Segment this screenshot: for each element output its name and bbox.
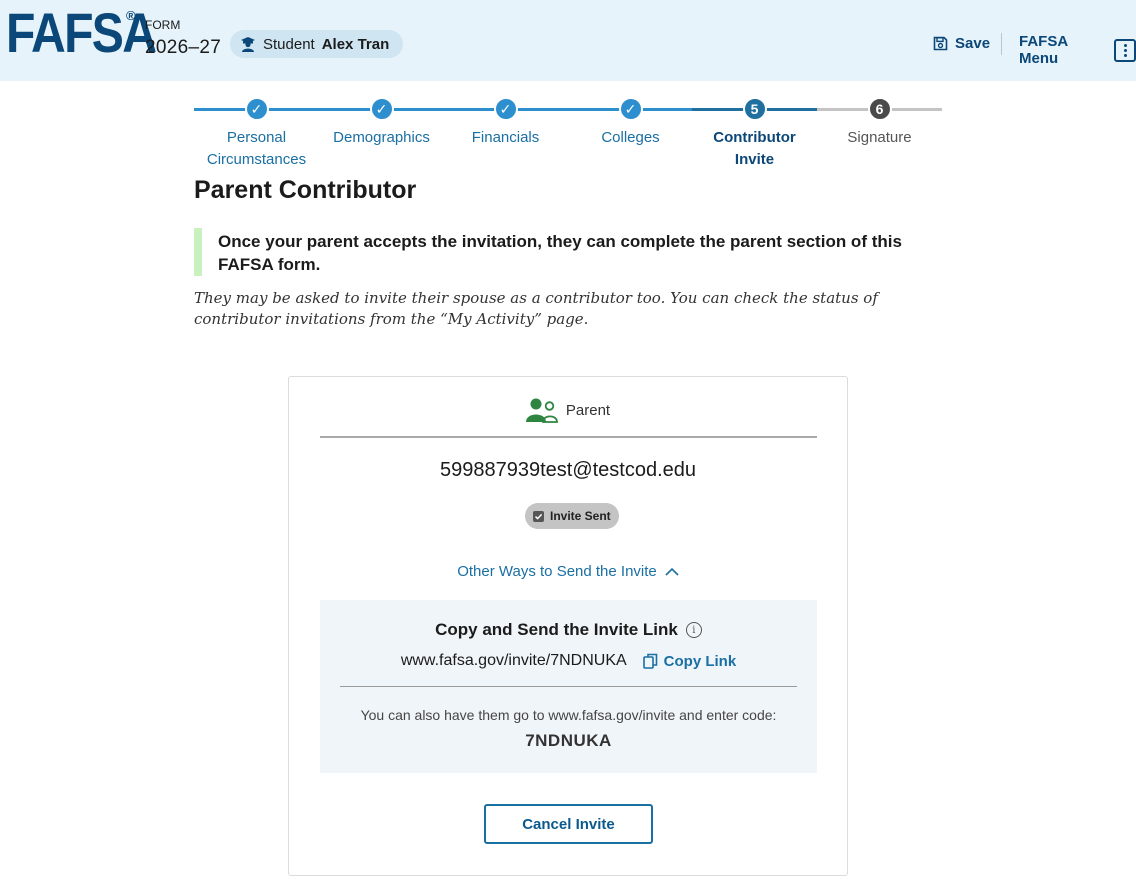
check-icon: ✓ <box>369 97 394 121</box>
page-title: Parent Contributor <box>194 176 417 204</box>
student-badge: Student Alex Tran <box>230 30 404 58</box>
step-contributor-invite[interactable]: 5 Contributor Invite <box>692 96 817 171</box>
step-label: Demographics <box>333 129 430 146</box>
step-label: Signature <box>847 129 912 146</box>
check-square-icon <box>533 510 544 522</box>
chevron-up-icon <box>665 567 679 576</box>
student-prefix: Student <box>263 35 315 53</box>
fafsa-menu-button[interactable]: FAFSA Menu <box>1019 33 1136 67</box>
divider <box>340 686 797 687</box>
step-number: 6 <box>867 97 892 121</box>
save-label: Save <box>955 35 991 52</box>
info-callout: Once your parent accepts the invitation,… <box>194 228 934 276</box>
step-colleges[interactable]: ✓ Colleges <box>568 96 693 149</box>
step-number: 5 <box>742 97 767 121</box>
check-icon: ✓ <box>618 97 643 121</box>
form-label: FORM <box>145 18 181 32</box>
card-header: Parent <box>289 397 847 423</box>
step-demographics[interactable]: ✓ Demographics <box>319 96 444 149</box>
step-financials[interactable]: ✓ Financials <box>443 96 568 149</box>
invite-link-heading: Copy and Send the Invite Link i <box>320 620 817 640</box>
site-header: FAFSA ® FORM 2026–27 Student Alex Tran S… <box>0 0 1136 81</box>
progress-stepper: ✓ Personal Circumstances ✓ Demographics … <box>194 96 942 176</box>
other-ways-toggle[interactable]: Other Ways to Send the Invite <box>289 563 847 580</box>
student-graduate-icon <box>241 37 255 52</box>
info-icon[interactable]: i <box>685 622 702 638</box>
check-icon: ✓ <box>244 97 269 121</box>
invite-url: www.fafsa.gov/invite/7NDNUKA <box>400 652 627 669</box>
invite-link-panel: Copy and Send the Invite Link i www.fafs… <box>320 600 817 773</box>
other-ways-label: Other Ways to Send the Invite <box>457 563 657 580</box>
header-divider <box>1001 33 1002 55</box>
invite-link-title: Copy and Send the Invite Link <box>435 620 678 639</box>
copy-link-label: Copy Link <box>663 652 737 670</box>
status-badge: Invite Sent <box>525 503 619 529</box>
step-personal-circumstances[interactable]: ✓ Personal Circumstances <box>194 96 319 171</box>
copy-link-button[interactable]: Copy Link <box>642 652 737 670</box>
invite-link-row: www.fafsa.gov/invite/7NDNUKA Copy Link <box>320 652 817 670</box>
divider <box>320 436 817 438</box>
save-icon <box>933 36 948 51</box>
parent-person-icon <box>525 398 558 423</box>
invite-code: 7NDNUKA <box>525 731 612 750</box>
status-badge-label: Invite Sent <box>550 509 611 523</box>
kebab-menu-icon <box>1114 38 1136 62</box>
step-label: Financials <box>471 129 540 146</box>
cancel-invite-button[interactable]: Cancel Invite <box>484 804 653 844</box>
parent-invite-card: Parent 599887939test@testcod.edu Invite … <box>288 376 848 876</box>
form-year: 2026–27 <box>145 37 222 58</box>
menu-label: FAFSA Menu <box>1019 33 1068 67</box>
alternate-instructions: You can also have them go to www.fafsa.g… <box>360 707 777 723</box>
check-icon: ✓ <box>493 97 518 121</box>
role-label: Parent <box>565 401 611 419</box>
step-label: Personal Circumstances <box>206 129 307 168</box>
registered-mark: ® <box>126 8 136 23</box>
save-button[interactable]: Save <box>933 35 990 52</box>
step-label: Colleges <box>601 129 660 146</box>
invitee-email: 599887939test@testcod.edu <box>439 459 697 481</box>
student-name: Alex Tran <box>321 35 390 53</box>
step-signature: 6 Signature <box>817 96 942 149</box>
copy-icon <box>642 653 657 669</box>
contributor-note: They may be asked to invite their spouse… <box>194 289 878 328</box>
step-label: Contributor Invite <box>713 129 796 168</box>
